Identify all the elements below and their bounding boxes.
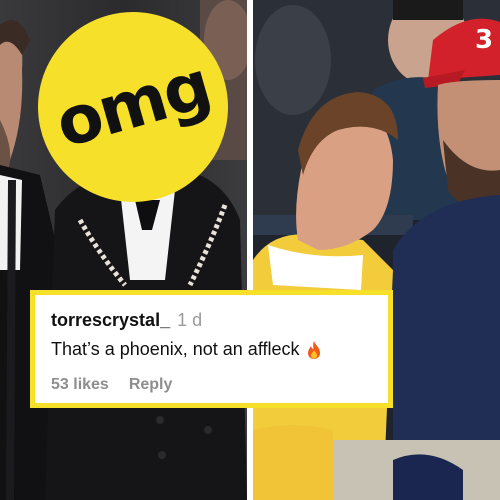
right-photo-art	[253, 0, 500, 500]
comment-text: That’s a phoenix, not an affleck	[51, 339, 300, 359]
comment-header: torrescrystal_ 1 d	[51, 310, 372, 331]
comment-actions: 53 likes Reply	[51, 376, 372, 394]
right-photo: 3	[253, 0, 500, 500]
cap-number: 3	[475, 25, 494, 55]
fire-icon	[307, 340, 320, 359]
reply-button[interactable]: Reply	[129, 376, 173, 394]
left-photo: omg	[0, 0, 247, 500]
comment-timestamp: 1 d	[177, 310, 203, 330]
comment-username[interactable]: torrescrystal_	[51, 310, 170, 331]
comment-body: That’s a phoenix, not an affleck	[51, 339, 372, 360]
omg-text: omg	[47, 45, 219, 163]
likes-count[interactable]: 53 likes	[51, 376, 109, 394]
comment-card: torrescrystal_ 1 d That’s a phoenix, not…	[30, 290, 393, 408]
omg-badge: omg	[38, 12, 228, 202]
